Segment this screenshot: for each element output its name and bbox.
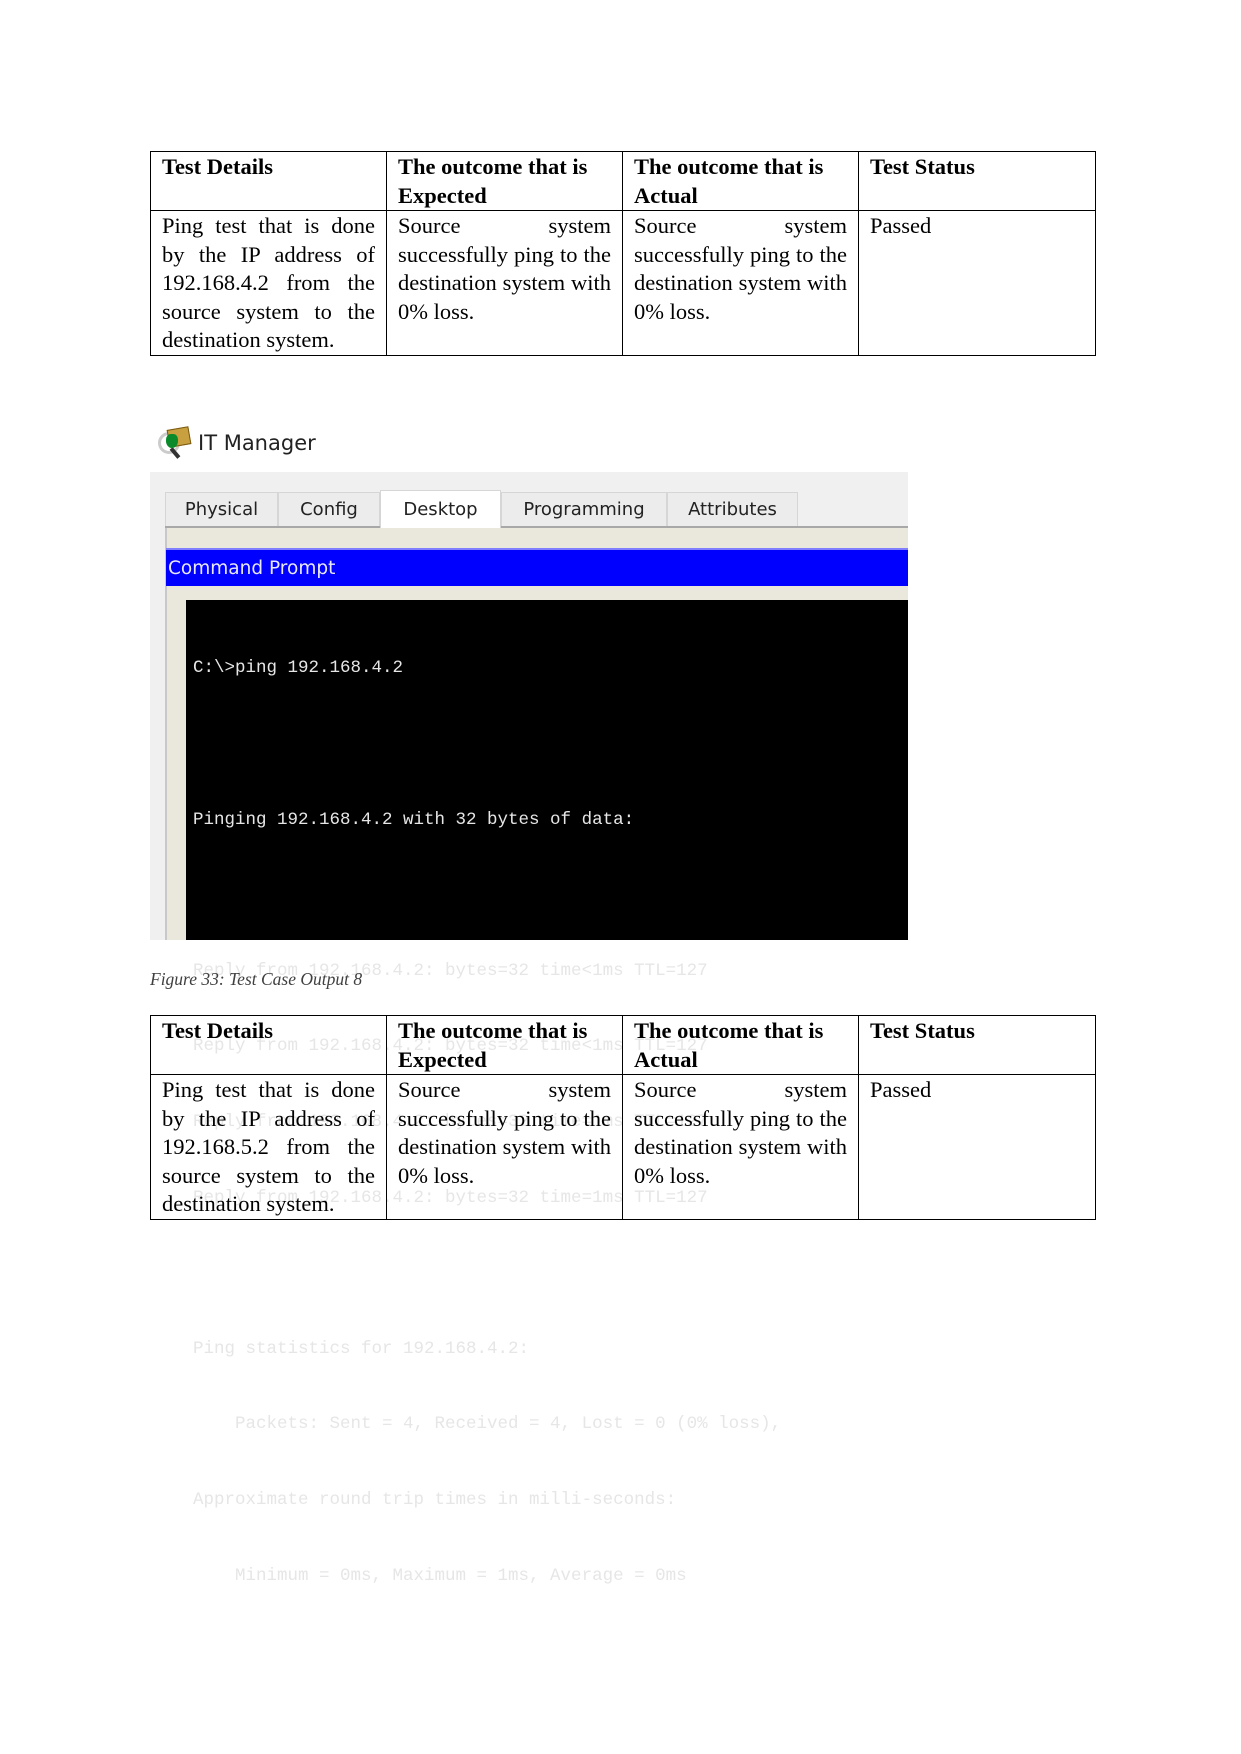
cell-actual-outcome: Source system successfully ping to the d… (622, 210, 859, 356)
header-test-status: Test Status (858, 1015, 1096, 1075)
header-expected-outcome: The outcome that is Expected (386, 1015, 623, 1075)
cell-actual-outcome: Source system successfully ping to the d… (622, 1074, 859, 1220)
tab-attributes[interactable]: Attributes (667, 492, 798, 526)
test-case-table-1: Test Details The outcome that is Expecte… (150, 151, 1096, 356)
terminal-line: Approximate round trip times in milli-se… (193, 1489, 677, 1510)
terminal-line: Minimum = 0ms, Maximum = 1ms, Average = … (193, 1565, 687, 1586)
terminal-line: C:\>ping 192.168.4.2 (193, 658, 404, 679)
test-case-table-2: Test Details The outcome that is Expecte… (150, 1015, 1096, 1220)
cell-test-details: Ping test that is done by the IP address… (150, 1074, 387, 1220)
app-title: IT Manager (198, 431, 316, 455)
terminal-line: Pinging 192.168.4.2 with 32 bytes of dat… (193, 809, 635, 830)
header-expected-outcome: The outcome that is Expected (386, 151, 623, 211)
terminal-line: Ping statistics for 192.168.4.2: (193, 1338, 530, 1359)
header-test-details: Test Details (150, 1015, 387, 1075)
command-prompt-titlebar: Command Prompt (166, 548, 908, 586)
header-test-status: Test Status (858, 151, 1096, 211)
tab-desktop[interactable]: Desktop (380, 490, 501, 528)
cell-test-details: Ping test that is done by the IP address… (150, 210, 387, 356)
tab-programming[interactable]: Programming (501, 492, 667, 526)
header-actual-outcome: The outcome that is Actual (622, 151, 859, 211)
table-header-row: Test Details The outcome that is Expecte… (150, 151, 1096, 211)
figure-caption: Figure 33: Test Case Output 8 (150, 969, 363, 989)
app-title-bar: IT Manager (156, 426, 316, 460)
cell-expected-outcome: Source system successfully ping to the d… (386, 210, 623, 356)
cell-test-status: Passed (858, 1074, 1096, 1220)
header-test-details: Test Details (150, 151, 387, 211)
cell-test-status: Passed (858, 210, 1096, 356)
tab-physical[interactable]: Physical (165, 492, 278, 526)
header-actual-outcome: The outcome that is Actual (622, 1015, 859, 1075)
table-row: Ping test that is done by the IP address… (150, 1074, 1096, 1220)
tab-config[interactable]: Config (278, 492, 380, 526)
table-row: Ping test that is done by the IP address… (150, 210, 1096, 356)
tab-bar: Physical Config Desktop Programming Attr… (165, 490, 798, 528)
command-prompt-terminal[interactable]: C:\>ping 192.168.4.2 Pinging 192.168.4.2… (186, 600, 908, 1586)
cell-expected-outcome: Source system successfully ping to the d… (386, 1074, 623, 1220)
command-prompt-title: Command Prompt (168, 557, 336, 579)
terminal-line: Packets: Sent = 4, Received = 4, Lost = … (193, 1414, 782, 1435)
table-header-row: Test Details The outcome that is Expecte… (150, 1015, 1096, 1075)
it-manager-icon (156, 426, 192, 460)
